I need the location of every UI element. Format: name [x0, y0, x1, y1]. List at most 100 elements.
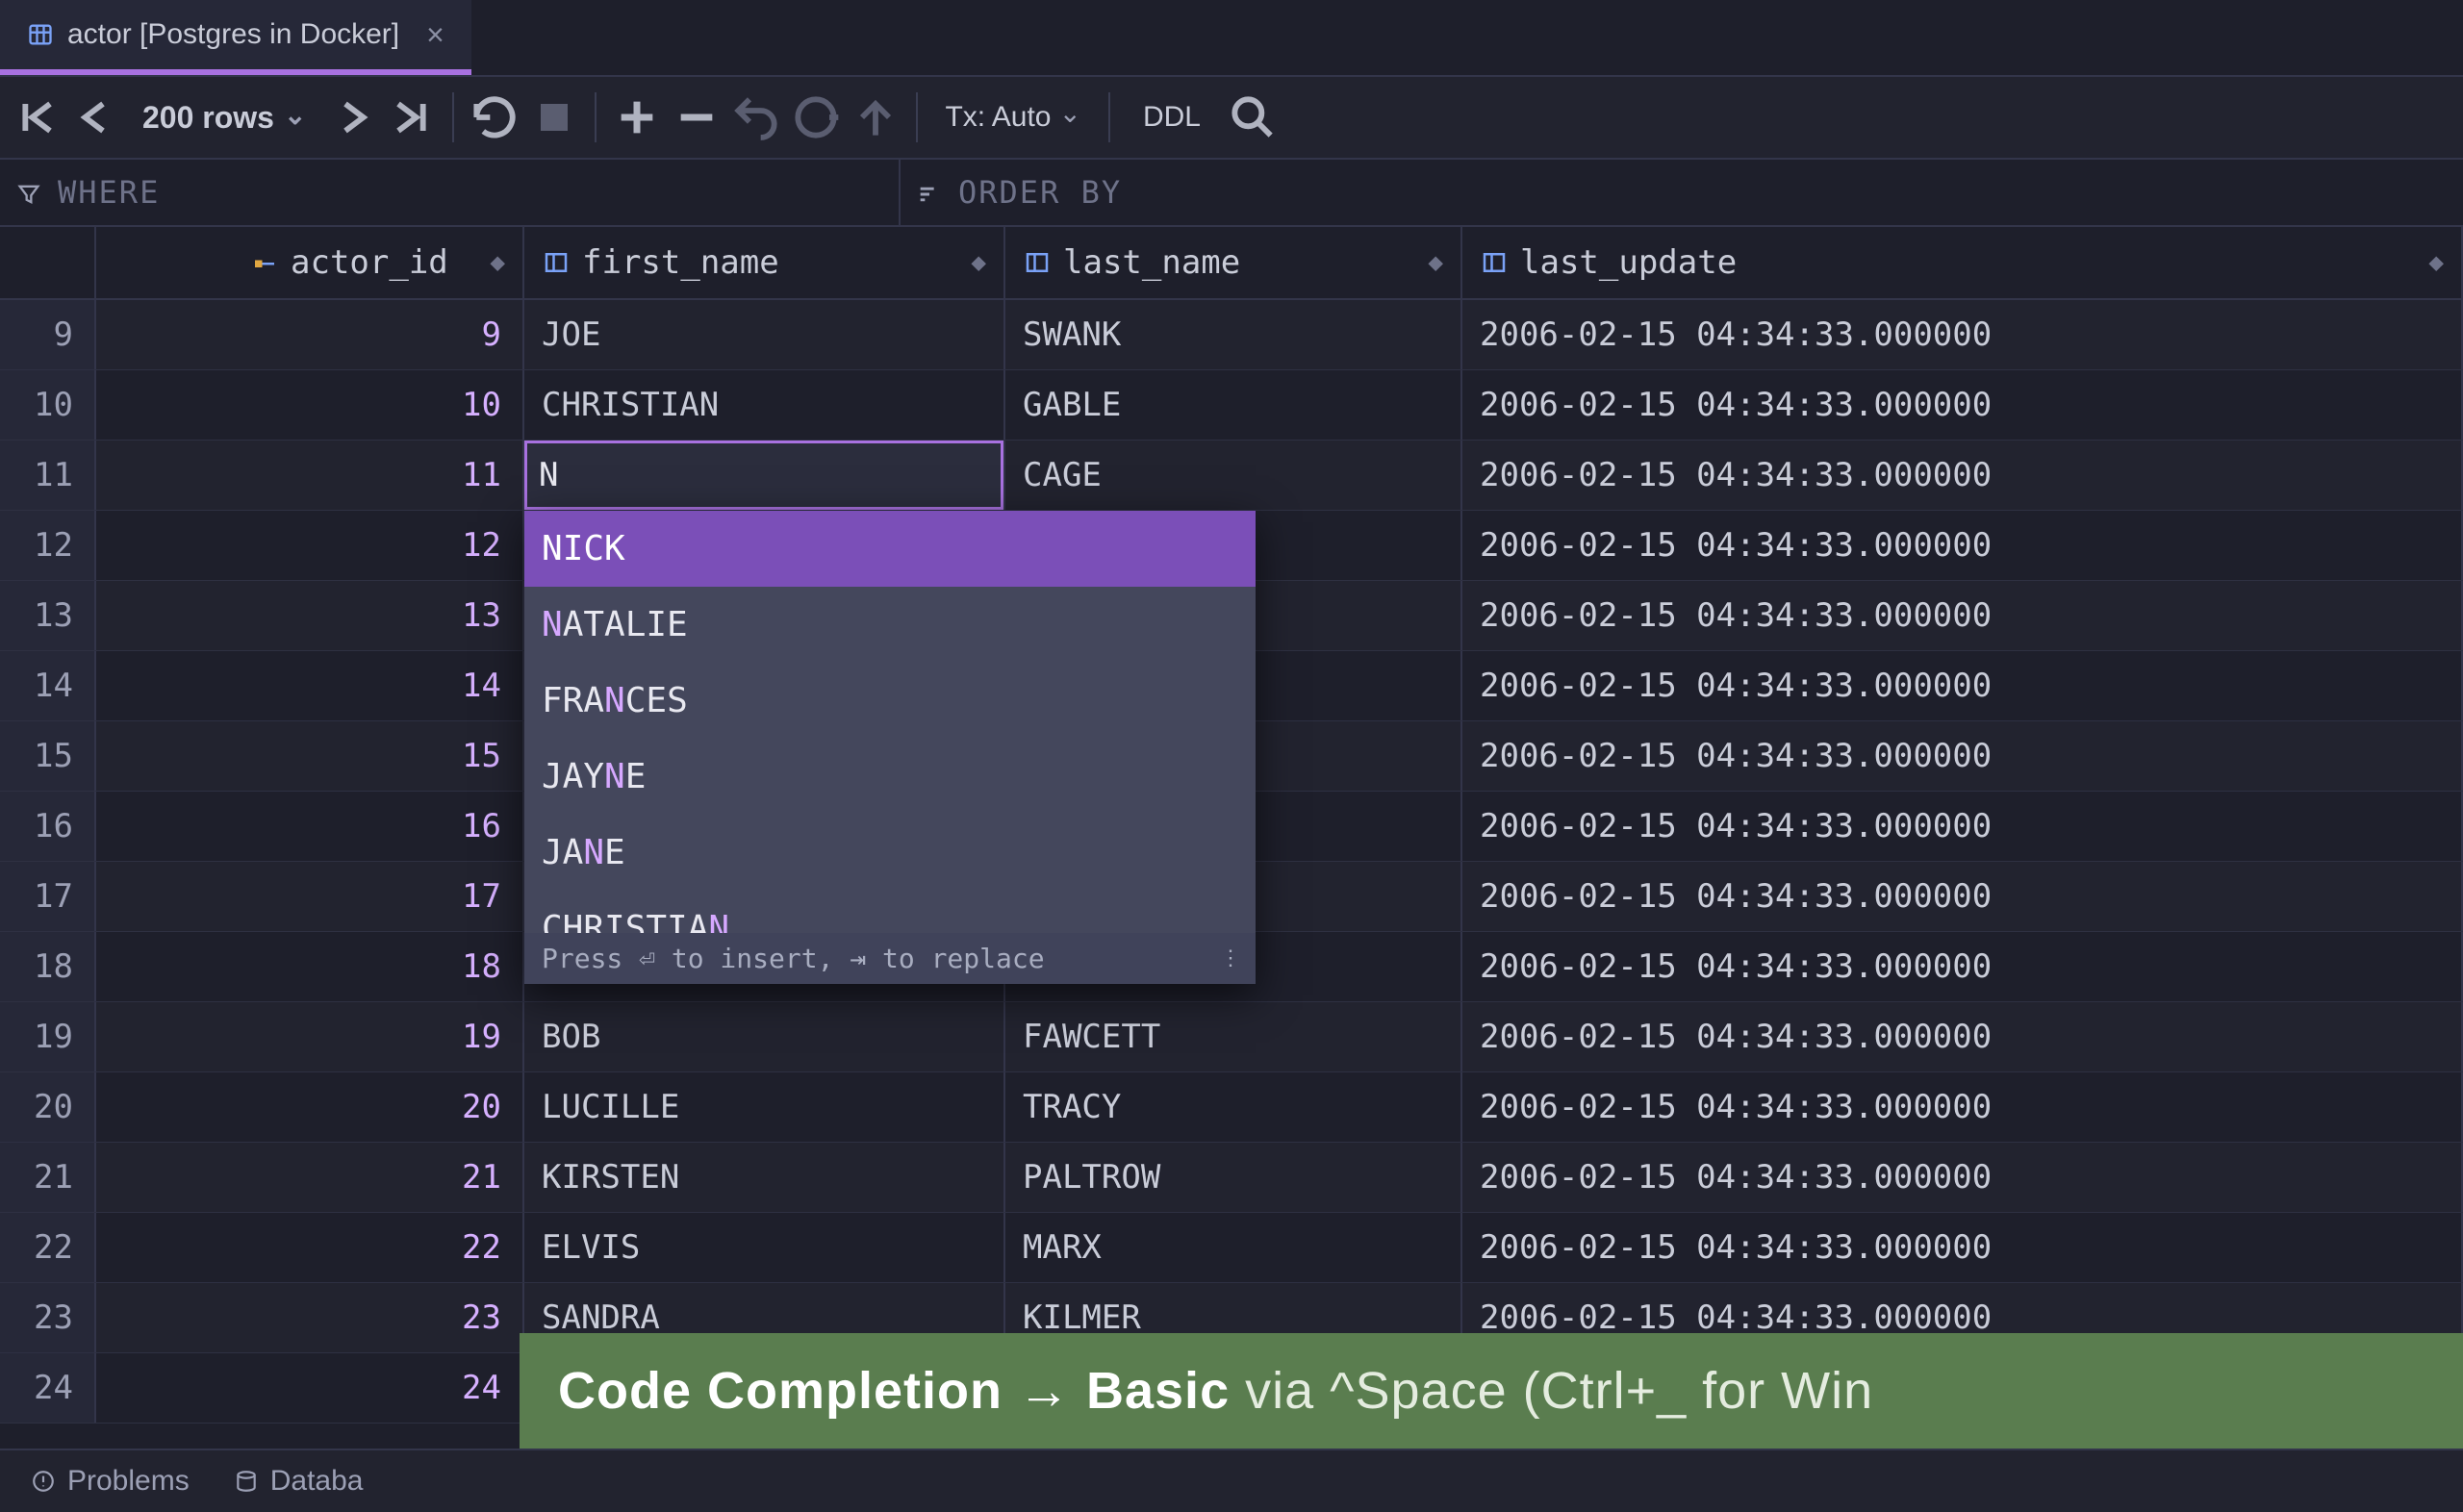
- row-number[interactable]: 23: [0, 1283, 96, 1352]
- cell-actor-id[interactable]: 21: [96, 1143, 524, 1212]
- cell-last-update[interactable]: 2006-02-15 04:34:33.000000: [1462, 581, 2463, 650]
- cell-first-name[interactable]: ELVIS: [524, 1213, 1005, 1282]
- cell-actor-id[interactable]: 22: [96, 1213, 524, 1282]
- tx-mode-dropdown[interactable]: Tx: Auto: [931, 101, 1095, 134]
- completion-item[interactable]: JAYNE: [524, 739, 1256, 815]
- completion-item[interactable]: CHRISTIAN: [524, 891, 1256, 933]
- cell-last-update[interactable]: 2006-02-15 04:34:33.000000: [1462, 651, 2463, 720]
- cell-first-name[interactable]: NICKNATALIEFRANCESJAYNEJANECHRISTIANPres…: [524, 441, 1005, 510]
- cell-actor-id[interactable]: 11: [96, 441, 524, 510]
- cell-last-name[interactable]: SWANK: [1005, 300, 1462, 369]
- where-filter[interactable]: WHERE: [0, 160, 901, 225]
- row-number[interactable]: 13: [0, 581, 96, 650]
- cell-last-name[interactable]: FAWCETT: [1005, 1002, 1462, 1071]
- completion-item[interactable]: JANE: [524, 815, 1256, 891]
- completion-item[interactable]: NICK: [524, 511, 1256, 587]
- row-number[interactable]: 21: [0, 1143, 96, 1212]
- sort-indicator-icon: ◆: [1428, 248, 1443, 277]
- header-rownum: [0, 227, 96, 298]
- header-actor-id[interactable]: actor_id ◆: [96, 227, 524, 298]
- cell-last-name[interactable]: MARX: [1005, 1213, 1462, 1282]
- cell-last-update[interactable]: 2006-02-15 04:34:33.000000: [1462, 721, 2463, 791]
- cell-last-name[interactable]: PALTROW: [1005, 1143, 1462, 1212]
- first-page-button[interactable]: [10, 90, 63, 144]
- data-table: actor_id ◆ first_name ◆ last_name ◆ last…: [0, 227, 2463, 1424]
- cell-actor-id[interactable]: 20: [96, 1072, 524, 1142]
- cell-last-name[interactable]: TRACY: [1005, 1072, 1462, 1142]
- cell-first-name[interactable]: CHRISTIAN: [524, 370, 1005, 440]
- completion-item[interactable]: NATALIE: [524, 587, 1256, 663]
- orderby-filter[interactable]: ORDER BY: [901, 160, 2463, 225]
- row-number[interactable]: 12: [0, 511, 96, 580]
- tab-active[interactable]: actor [Postgres in Docker] ×: [0, 0, 471, 75]
- row-number[interactable]: 17: [0, 862, 96, 931]
- ddl-button[interactable]: DDL: [1124, 101, 1220, 134]
- cell-actor-id[interactable]: 12: [96, 511, 524, 580]
- cell-last-update[interactable]: 2006-02-15 04:34:33.000000: [1462, 511, 2463, 580]
- cell-actor-id[interactable]: 24: [96, 1353, 524, 1423]
- cell-actor-id[interactable]: 15: [96, 721, 524, 791]
- header-first-name[interactable]: first_name ◆: [524, 227, 1005, 298]
- tab-bar: actor [Postgres in Docker] ×: [0, 0, 2463, 75]
- cell-last-update[interactable]: 2006-02-15 04:34:33.000000: [1462, 862, 2463, 931]
- cell-actor-id[interactable]: 23: [96, 1283, 524, 1352]
- row-number[interactable]: 18: [0, 932, 96, 1001]
- search-button[interactable]: [1226, 90, 1280, 144]
- cell-first-name[interactable]: KIRSTEN: [524, 1143, 1005, 1212]
- cell-last-name[interactable]: GABLE: [1005, 370, 1462, 440]
- status-database[interactable]: Databa: [234, 1465, 364, 1498]
- next-page-button[interactable]: [325, 90, 379, 144]
- cell-actor-id[interactable]: 16: [96, 792, 524, 861]
- cell-actor-id[interactable]: 13: [96, 581, 524, 650]
- preview-changes-button[interactable]: [789, 90, 843, 144]
- header-last-update[interactable]: last_update ◆: [1462, 227, 2463, 298]
- submit-button[interactable]: [849, 90, 902, 144]
- completion-item[interactable]: FRANCES: [524, 663, 1256, 739]
- header-last-name[interactable]: last_name ◆: [1005, 227, 1462, 298]
- row-number[interactable]: 14: [0, 651, 96, 720]
- cell-first-name[interactable]: LUCILLE: [524, 1072, 1005, 1142]
- cell-last-update[interactable]: 2006-02-15 04:34:33.000000: [1462, 792, 2463, 861]
- refresh-button[interactable]: [468, 90, 521, 144]
- cell-actor-id[interactable]: 17: [96, 862, 524, 931]
- orderby-label: ORDER BY: [958, 174, 1122, 211]
- cell-last-update[interactable]: 2006-02-15 04:34:33.000000: [1462, 1002, 2463, 1071]
- prev-page-button[interactable]: [69, 90, 123, 144]
- cell-last-update[interactable]: 2006-02-15 04:34:33.000000: [1462, 932, 2463, 1001]
- cell-last-update[interactable]: 2006-02-15 04:34:33.000000: [1462, 441, 2463, 510]
- cell-actor-id[interactable]: 9: [96, 300, 524, 369]
- cell-last-update[interactable]: 2006-02-15 04:34:33.000000: [1462, 1143, 2463, 1212]
- more-icon[interactable]: ⋮: [1220, 946, 1238, 970]
- where-label: WHERE: [58, 174, 160, 211]
- rows-dropdown[interactable]: 200 rows: [129, 100, 319, 136]
- cell-actor-id[interactable]: 10: [96, 370, 524, 440]
- row-number[interactable]: 22: [0, 1213, 96, 1282]
- cell-first-name[interactable]: BOB: [524, 1002, 1005, 1071]
- row-number[interactable]: 24: [0, 1353, 96, 1423]
- cell-actor-id[interactable]: 18: [96, 932, 524, 1001]
- row-number[interactable]: 20: [0, 1072, 96, 1142]
- cell-last-update[interactable]: 2006-02-15 04:34:33.000000: [1462, 300, 2463, 369]
- row-number[interactable]: 9: [0, 300, 96, 369]
- row-number[interactable]: 11: [0, 441, 96, 510]
- cell-last-update[interactable]: 2006-02-15 04:34:33.000000: [1462, 1072, 2463, 1142]
- cell-first-name[interactable]: JOE: [524, 300, 1005, 369]
- stop-button[interactable]: [527, 90, 581, 144]
- cell-actor-id[interactable]: 19: [96, 1002, 524, 1071]
- close-icon[interactable]: ×: [426, 17, 444, 53]
- toolbar: 200 rows Tx: Auto DDL: [0, 75, 2463, 160]
- last-page-button[interactable]: [385, 90, 439, 144]
- status-problems[interactable]: Problems: [31, 1465, 190, 1498]
- row-number[interactable]: 15: [0, 721, 96, 791]
- cell-last-update[interactable]: 2006-02-15 04:34:33.000000: [1462, 370, 2463, 440]
- cell-last-update[interactable]: 2006-02-15 04:34:33.000000: [1462, 1213, 2463, 1282]
- row-number[interactable]: 19: [0, 1002, 96, 1071]
- cell-actor-id[interactable]: 14: [96, 651, 524, 720]
- first-name-input[interactable]: [524, 441, 1003, 510]
- remove-row-button[interactable]: [670, 90, 724, 144]
- add-row-button[interactable]: [610, 90, 664, 144]
- cell-last-name[interactable]: CAGE: [1005, 441, 1462, 510]
- revert-button[interactable]: [729, 90, 783, 144]
- row-number[interactable]: 16: [0, 792, 96, 861]
- row-number[interactable]: 10: [0, 370, 96, 440]
